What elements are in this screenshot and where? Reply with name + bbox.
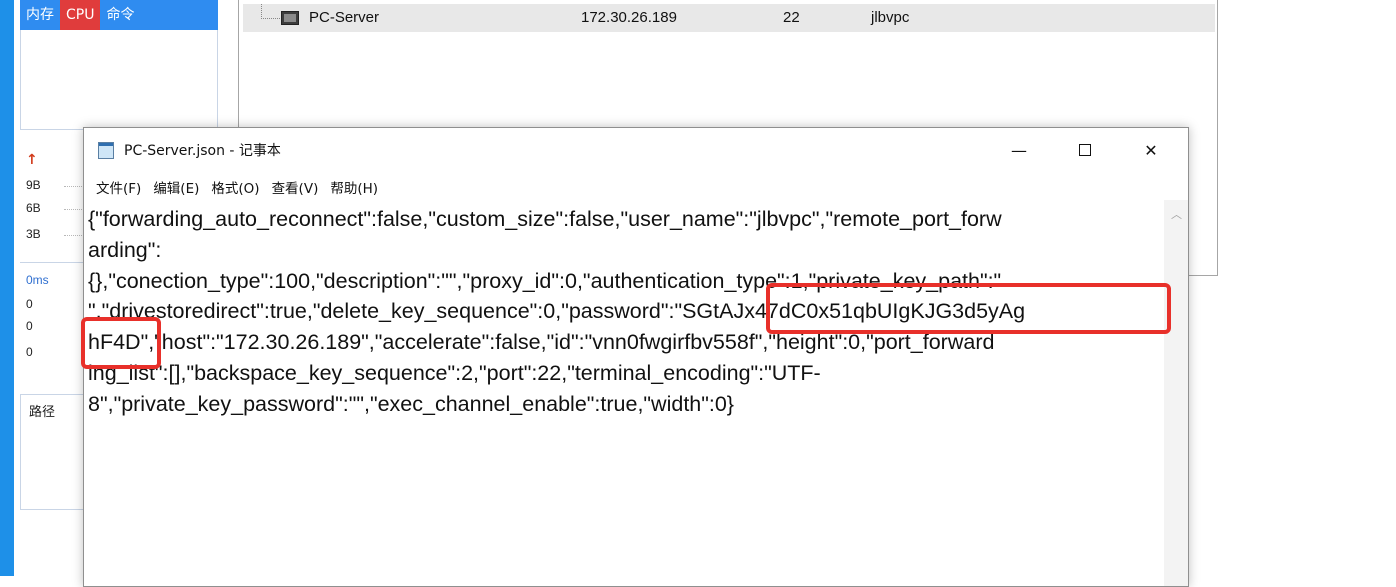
menu-edit[interactable]: 编辑(E): [141, 177, 199, 197]
session-row[interactable]: PC-Server 172.30.26.189 22 jlbvpc: [243, 4, 1215, 32]
maximize-icon: [1079, 144, 1091, 156]
grid-line: [64, 209, 84, 210]
session-user: jlbvpc: [871, 9, 910, 26]
close-icon: ✕: [1144, 140, 1158, 160]
menu-file[interactable]: 文件(F): [84, 177, 141, 197]
minimize-button[interactable]: —: [988, 128, 1050, 172]
grid-line: [64, 186, 84, 187]
server-icon: [281, 11, 299, 25]
notepad-titlebar[interactable]: PC-Server.json - 记事本 — ✕: [84, 128, 1188, 172]
menu-bar: 文件(F) 编辑(E) 格式(O) 查看(V) 帮助(H): [84, 174, 1188, 200]
path-label: 路径: [29, 405, 56, 420]
ping-latency-label: 0ms: [26, 273, 49, 287]
tab-command[interactable]: 命令: [100, 0, 140, 30]
maximize-button[interactable]: [1054, 128, 1116, 172]
ping-value: 0: [26, 319, 33, 333]
network-scale-label: 3B: [26, 227, 41, 241]
notepad-icon: [98, 142, 114, 159]
menu-format[interactable]: 格式(O): [199, 177, 259, 197]
ping-section: 0ms 0 0 0: [20, 262, 84, 379]
text-line: 8","private_key_password":"","exec_chann…: [88, 391, 734, 416]
menu-view[interactable]: 查看(V): [260, 177, 319, 197]
minimize-icon: —: [1011, 140, 1027, 160]
text-line: arding":: [88, 237, 162, 262]
notepad-window: PC-Server.json - 记事本 — ✕ 文件(F) 编辑(E) 格式(…: [83, 127, 1189, 587]
network-scale-label: 9B: [26, 178, 41, 192]
session-name: PC-Server: [309, 9, 380, 26]
tab-cpu[interactable]: CPU: [60, 0, 101, 30]
upload-arrow-icon: ↑: [26, 152, 38, 168]
tab-memory[interactable]: 内存: [20, 0, 60, 30]
session-port: 22: [783, 9, 800, 26]
text-line: {"forwarding_auto_reconnect":false,"cust…: [88, 207, 1002, 231]
close-button[interactable]: ✕: [1120, 128, 1182, 172]
tree-connector: [261, 4, 280, 19]
password-highlight-annotation: [766, 283, 1171, 334]
ping-value: 0: [26, 345, 33, 359]
left-accent-bar: [0, 0, 14, 576]
monitor-tabs: 内存 CPU 命令: [20, 0, 218, 30]
ping-value: 0: [26, 297, 33, 311]
monitor-chart-area: [20, 30, 218, 130]
scroll-up-icon[interactable]: ︿: [1171, 206, 1182, 222]
password-tail-highlight-annotation: [81, 317, 161, 369]
grid-line: [64, 235, 84, 236]
window-title: PC-Server.json - 记事本: [124, 143, 281, 159]
path-panel: 路径: [20, 394, 84, 510]
network-scale-label: 6B: [26, 201, 41, 215]
vertical-scrollbar[interactable]: ︿: [1164, 200, 1188, 586]
text-line: ing_list":[],"backspace_key_sequence":2,…: [88, 360, 821, 385]
menu-help[interactable]: 帮助(H): [318, 177, 378, 197]
text-editor[interactable]: {"forwarding_auto_reconnect":false,"cust…: [84, 200, 1164, 586]
session-host: 172.30.26.189: [581, 9, 677, 26]
